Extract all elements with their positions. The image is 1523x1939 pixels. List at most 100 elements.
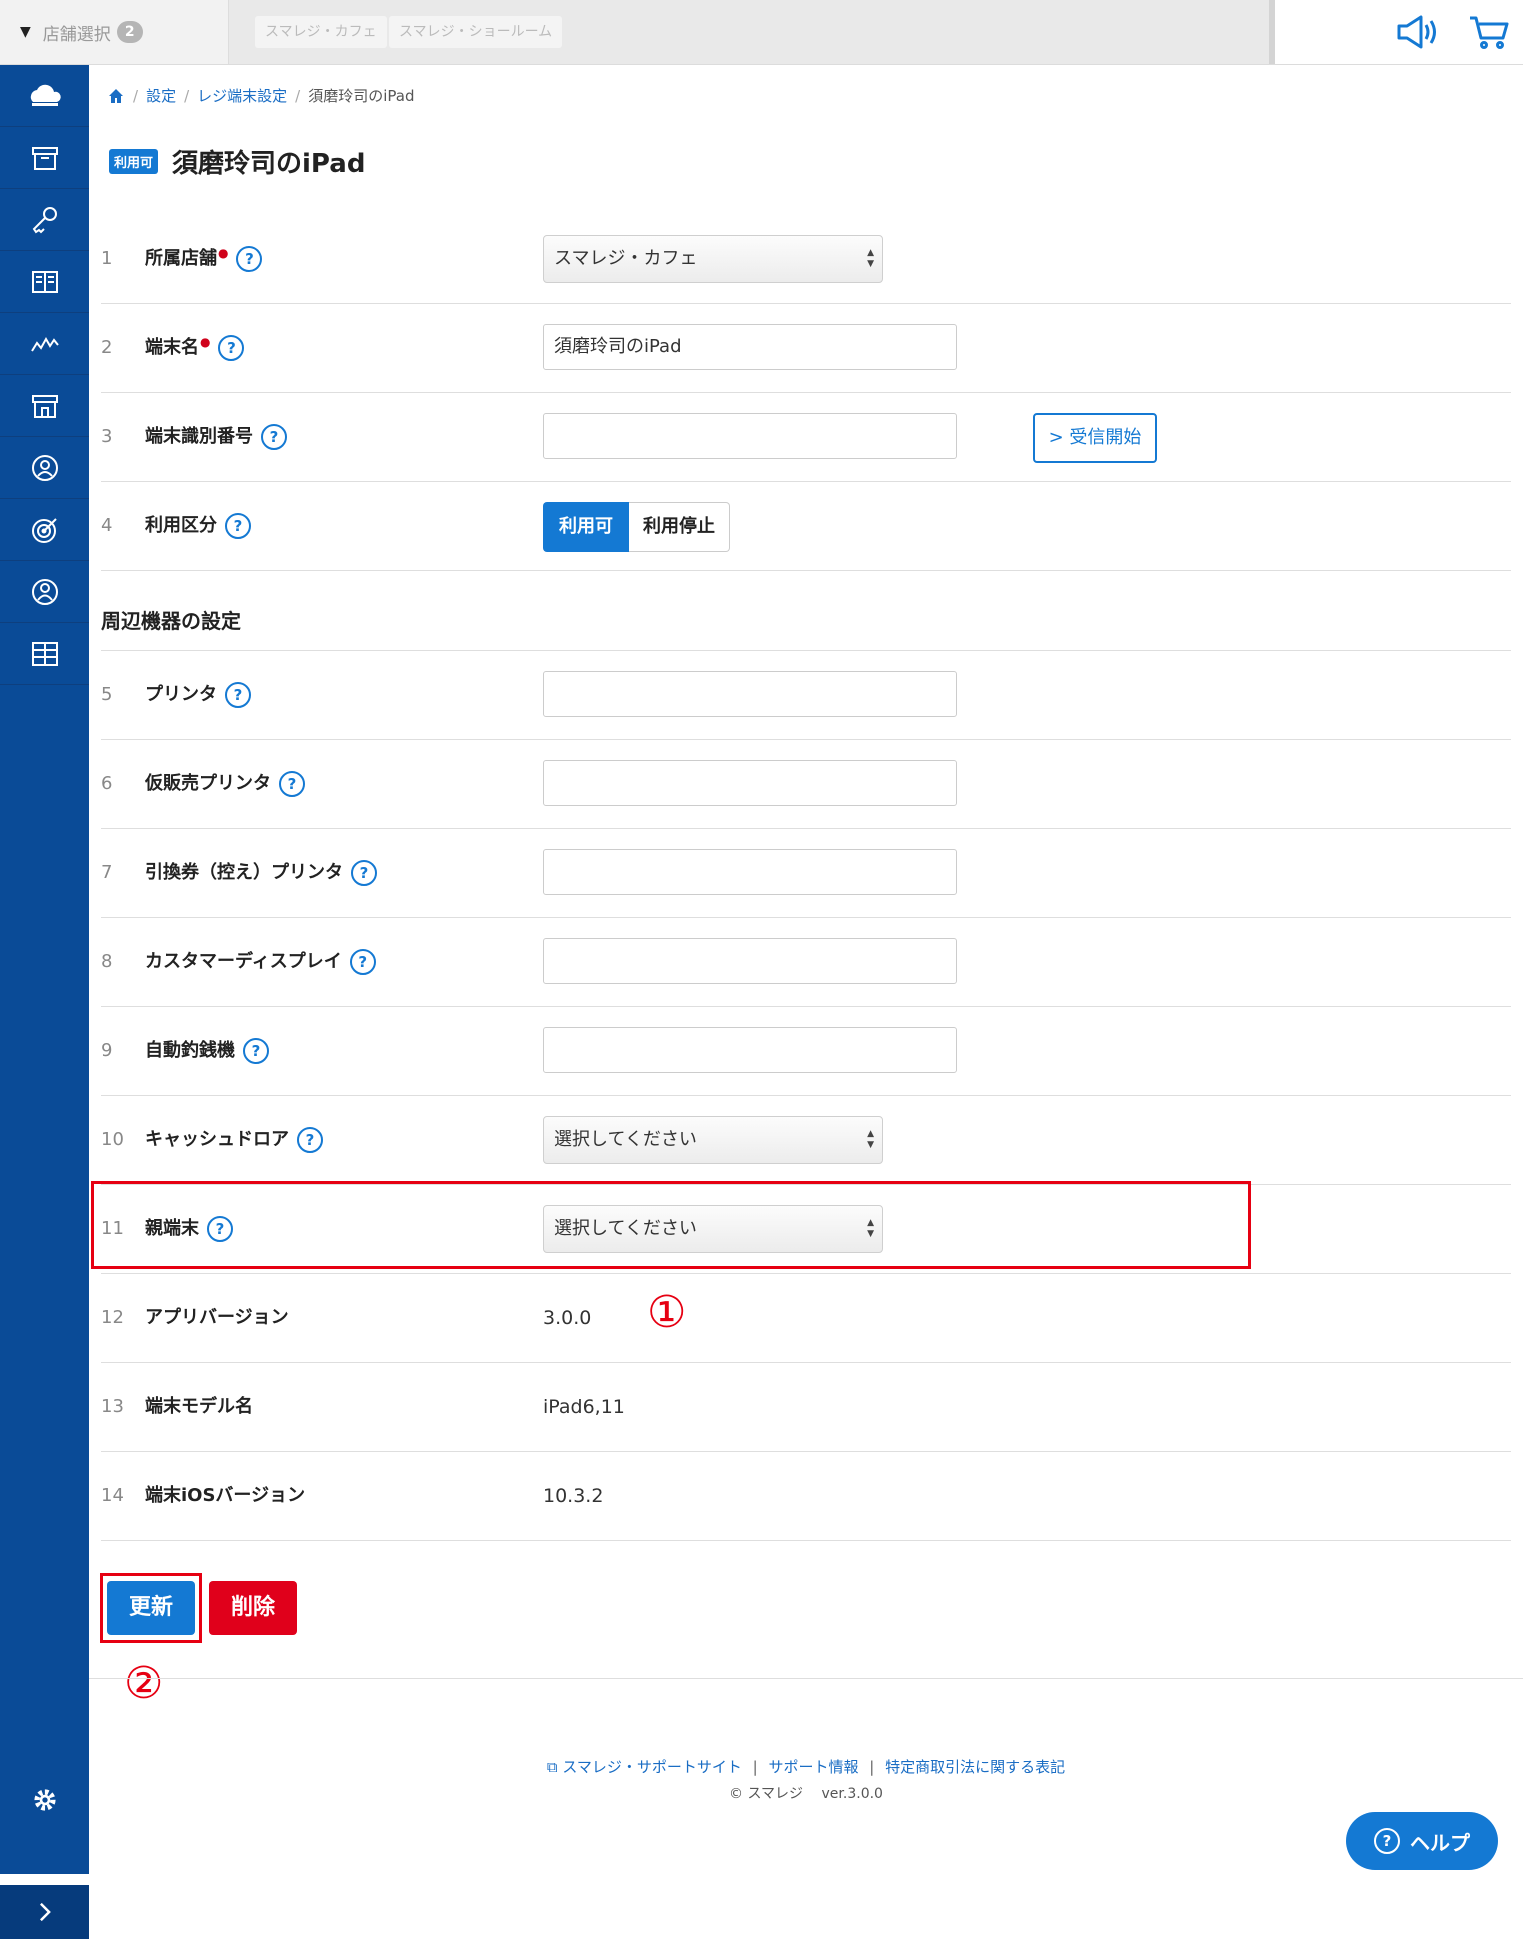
row-number: 5 [101, 684, 113, 705]
page-title: 須磨玲司のiPad [172, 149, 366, 179]
delete-button[interactable]: 削除 [209, 1581, 297, 1635]
label-text: 利用区分 [145, 515, 217, 536]
terminal-id-input[interactable] [543, 413, 957, 459]
cart-icon[interactable] [1468, 14, 1510, 50]
sidebar-settings[interactable] [0, 1765, 89, 1835]
help-icon[interactable]: ? [236, 246, 263, 272]
sidebar-item-analytics[interactable] [0, 313, 89, 375]
store-select[interactable]: スマレジ・カフェ ▲ ▼ [543, 235, 883, 283]
footer-link-support-site[interactable]: スマレジ・サポートサイト [562, 1758, 742, 1776]
home-icon[interactable] [107, 87, 125, 105]
store-select-label: 店舗選択 [42, 24, 111, 45]
user-circle-icon [31, 578, 58, 605]
help-icon[interactable]: ? [243, 1038, 269, 1064]
archive-box-icon [31, 146, 58, 170]
help-icon[interactable]: ? [225, 513, 251, 539]
row-number: 13 [101, 1396, 124, 1417]
ios-version-value: 10.3.2 [543, 1485, 604, 1507]
chart-line-icon [30, 336, 59, 352]
sidebar-item-target[interactable] [0, 499, 89, 561]
footer-link-legal[interactable]: 特定商取引法に関する表記 [885, 1758, 1065, 1776]
select-value: スマレジ・カフェ [554, 248, 698, 269]
row-label: 所属店舗 ●? [145, 215, 263, 303]
button-label: 受信開始 [1069, 427, 1142, 448]
row-number: 6 [101, 773, 113, 794]
row-number: 10 [101, 1129, 124, 1150]
usage-toggle: 利用可 利用停止 [543, 502, 730, 552]
form-row-printer: 5 プリンタ? [101, 651, 1511, 740]
row-number: 4 [101, 515, 113, 536]
help-icon[interactable]: ? [349, 949, 376, 975]
row-label: 端末iOSバージョン [145, 1485, 306, 1506]
help-icon[interactable]: ? [218, 335, 245, 361]
printer-input[interactable] [543, 671, 957, 717]
label-text: プリンタ [145, 684, 217, 705]
form-row-customer-display: 8 カスタマーディスプレイ? [101, 918, 1511, 1007]
model-name-value: iPad6,11 [543, 1396, 625, 1418]
chevron-right-icon: > [1048, 427, 1070, 448]
form-row-change-machine: 9 自動釣銭機? [101, 1007, 1511, 1096]
row-number: 9 [101, 1040, 113, 1061]
label-text: 仮販売プリンタ [145, 773, 271, 794]
row-label: アプリバージョン [145, 1307, 289, 1328]
help-button[interactable]: ? ヘルプ [1346, 1812, 1498, 1870]
store-tab-cafe[interactable]: スマレジ・カフェ [255, 16, 387, 48]
row-label: 利用区分? [145, 482, 251, 570]
breadcrumb: / 設定 / レジ端末設定 / 須磨玲司のiPad [107, 85, 414, 106]
status-badge: 利用可 [109, 149, 159, 174]
help-icon[interactable]: ? [261, 424, 287, 450]
sidebar-item-store[interactable] [0, 375, 89, 437]
sidebar-item-inventory[interactable] [0, 127, 89, 189]
external-link-icon: ⧉ [546, 1758, 563, 1776]
usage-enabled-button[interactable]: 利用可 [543, 502, 629, 552]
store-icon [31, 394, 58, 418]
breadcrumb-settings[interactable]: 設定 [146, 85, 176, 106]
temp-printer-input[interactable] [543, 760, 957, 806]
change-machine-input[interactable] [543, 1027, 957, 1073]
select-arrows-icon: ▲ ▼ [867, 248, 874, 269]
cash-drawer-select[interactable]: 選択してください ▲ ▼ [543, 1116, 883, 1164]
divider [89, 1678, 1523, 1679]
sidebar-expand[interactable] [0, 1885, 89, 1939]
sidebar-item-apps[interactable] [0, 623, 89, 685]
form-row-store: 1 所属店舗 ●? スマレジ・カフェ ▲ ▼ [101, 215, 1511, 304]
form-row-terminal-id: 3 端末識別番号? > 受信開始 [101, 393, 1511, 482]
megaphone-icon[interactable] [1395, 14, 1443, 50]
help-icon[interactable]: ? [225, 682, 251, 708]
row-number: 1 [101, 248, 113, 269]
caret-down-icon: ▼ [20, 24, 31, 40]
sidebar-item-keys[interactable] [0, 189, 89, 251]
sidebar-item-staff[interactable] [0, 437, 89, 499]
row-label: 引換券（控え）プリンタ? [145, 829, 377, 917]
help-icon[interactable]: ? [297, 1127, 323, 1153]
terminal-name-input[interactable]: 須磨玲司のiPad [543, 324, 957, 370]
row-label: 仮販売プリンタ? [145, 740, 305, 828]
sidebar-item-catalog[interactable] [0, 251, 89, 313]
page-header: 利用可 須磨玲司のiPad [109, 143, 365, 180]
receive-start-button[interactable]: > 受信開始 [1033, 413, 1157, 463]
required-mark: ● [200, 335, 211, 349]
book-icon [31, 270, 58, 293]
row-number: 14 [101, 1485, 124, 1506]
breadcrumb-register-settings[interactable]: レジ端末設定 [197, 85, 287, 106]
label-text: 自動釣銭機 [145, 1040, 235, 1061]
store-select-dropdown[interactable]: ▼ 店舗選択 2 [0, 0, 229, 64]
form-row-app-version: 12 アプリバージョン 3.0.0 [101, 1274, 1511, 1363]
label-text: 端末識別番号 [145, 426, 253, 447]
customer-display-input[interactable] [543, 938, 957, 984]
sidebar-item-customers[interactable] [0, 561, 89, 623]
form-row-cash-drawer: 10 キャッシュドロア? 選択してください ▲ ▼ [101, 1096, 1511, 1185]
usage-disabled-button[interactable]: 利用停止 [629, 502, 730, 552]
row-number: 2 [101, 337, 113, 358]
store-tab-showroom[interactable]: スマレジ・ショールーム [389, 16, 563, 48]
voucher-printer-input[interactable] [543, 849, 957, 895]
sidebar-item-home[interactable] [0, 65, 89, 127]
help-icon[interactable]: ? [279, 771, 305, 797]
footer-link-support-info[interactable]: サポート情報 [769, 1758, 859, 1776]
help-icon[interactable]: ? [351, 860, 377, 886]
staff-icon [31, 454, 58, 481]
help-label: ヘルプ [1410, 1830, 1470, 1855]
footer-copyright: © スマレジ ver.3.0.0 [729, 1786, 883, 1802]
row-label: キャッシュドロア? [145, 1096, 323, 1184]
row-label: カスタマーディスプレイ? [145, 918, 376, 1006]
